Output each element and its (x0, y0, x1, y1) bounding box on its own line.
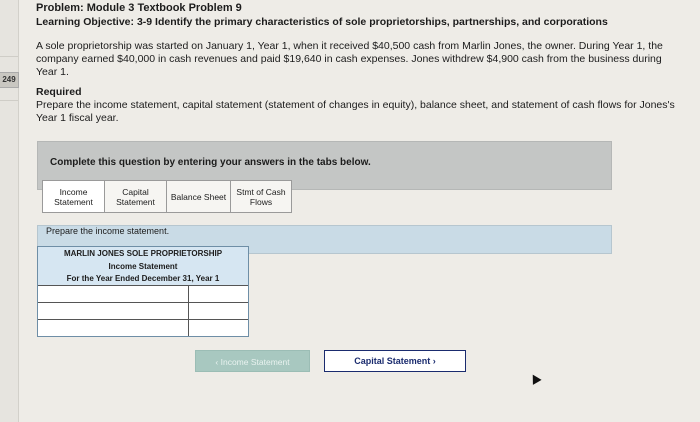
row-amount-input[interactable] (189, 320, 248, 336)
table-row (38, 302, 248, 319)
problem-page: 249 Problem: Module 3 Textbook Problem 9… (0, 0, 700, 422)
company-name: MARLIN JONES SOLE PROPRIETORSHIP (63, 249, 223, 258)
sidebar-divider (0, 56, 18, 57)
chevron-right-icon: › (432, 356, 436, 366)
panel-instruction: Prepare the income statement. (46, 226, 170, 236)
problem-title: Problem: Module 3 Textbook Problem 9 (36, 2, 242, 14)
prev-tab-button[interactable]: ‹ Income Statement (195, 350, 310, 372)
chevron-left-icon: ‹ (215, 357, 219, 367)
banner-text: Complete this question by entering your … (50, 157, 371, 168)
income-statement-table: MARLIN JONES SOLE PROPRIETORSHIP Income … (37, 246, 249, 337)
row-label-input[interactable] (38, 286, 189, 302)
tab-stmt-cash-flows[interactable]: Stmt of Cash Flows (230, 180, 292, 213)
required-text: Prepare the income statement, capital st… (36, 99, 675, 124)
problem-narrative: A sole proprietorship was started on Jan… (36, 40, 663, 78)
tab-balance-sheet[interactable]: Balance Sheet (166, 180, 230, 213)
row-amount-input[interactable] (189, 286, 248, 302)
row-label-input[interactable] (38, 303, 189, 319)
table-row (38, 319, 248, 336)
left-sidebar: 249 (0, 0, 19, 422)
table-row (38, 285, 248, 302)
statement-title: Income Statement (108, 262, 178, 271)
tab-income-statement[interactable]: Income Statement (42, 180, 104, 213)
required-heading: Required (36, 86, 82, 98)
learning-objective: Learning Objective: 3-9 Identify the pri… (36, 16, 608, 28)
prev-tab-label: Income Statement (220, 357, 290, 367)
next-tab-label: Capital Statement (354, 356, 431, 366)
row-label-input[interactable] (38, 320, 189, 336)
sidebar-divider (0, 100, 18, 101)
statement-tabs: Income Statement Capital Statement Balan… (42, 180, 292, 213)
statement-period: For the Year Ended December 31, Year 1 (66, 274, 220, 283)
mouse-cursor-icon (528, 372, 542, 385)
next-tab-button[interactable]: Capital Statement › (324, 350, 466, 372)
row-amount-input[interactable] (189, 303, 248, 319)
tab-capital-statement[interactable]: Capital Statement (104, 180, 166, 213)
page-number-badge[interactable]: 249 (0, 72, 19, 88)
